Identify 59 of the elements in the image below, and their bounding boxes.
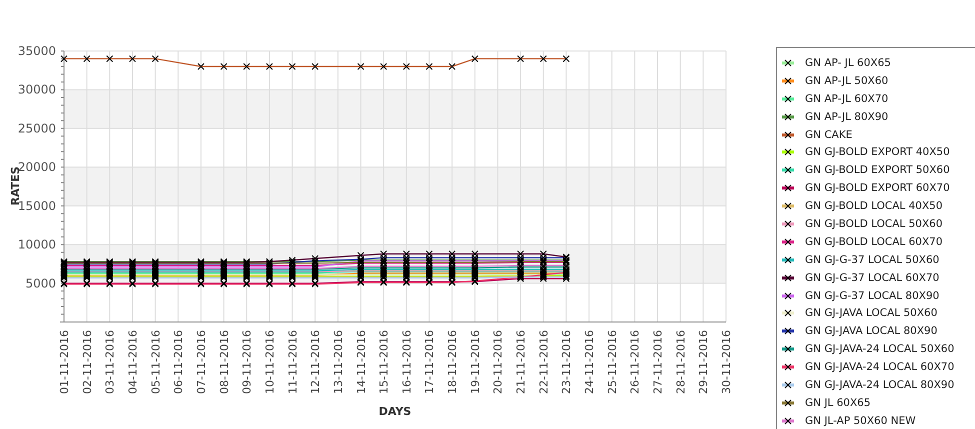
x-axis-title: DAYS	[378, 405, 412, 418]
y-tick-label: 5000	[25, 276, 56, 290]
legend-label: GN GJ-JAVA-24 LOCAL 50X60	[805, 343, 954, 356]
x-tick-label: 15-11-2016	[378, 330, 391, 394]
x-tick-label: 07-11-2016	[194, 330, 208, 394]
x-tick-label: 14-11-2016	[354, 330, 368, 394]
legend-label: GN GJ-BOLD EXPORT 40X50	[805, 146, 950, 158]
x-tick-label: 05-11-2016	[149, 330, 162, 394]
legend-label: GN JL 60X65	[805, 396, 871, 409]
y-tick-label: 20000	[18, 160, 56, 174]
x-tick-label: 22-11-2016	[537, 330, 550, 394]
x-tick-label: 13-11-2016	[332, 330, 345, 394]
x-tick-label: 18-11-2016	[446, 330, 460, 394]
x-tick-label: 11-11-2016	[286, 330, 300, 394]
legend-label: GN GJ-BOLD LOCAL 50X60	[805, 218, 943, 230]
legend-label: GN GJ-G-37 LOCAL 60X70	[805, 272, 940, 284]
x-tick-label: 29-11-2016	[697, 330, 710, 394]
legend-label: GN GJ-G-37 LOCAL 80X90	[805, 290, 940, 302]
x-tick-label: 17-11-2016	[423, 330, 436, 394]
x-tick-label: 28-11-2016	[674, 330, 688, 394]
x-tick-label: 01-11-2016	[58, 330, 71, 394]
legend-label: GN GJ-JAVA-24 LOCAL 80X90	[805, 378, 954, 391]
x-tick-label: 30-11-2016	[720, 330, 733, 394]
legend-label: GN GJ-BOLD LOCAL 40X50	[805, 200, 943, 212]
x-tick-label: 02-11-2016	[80, 330, 94, 394]
x-tick-label: 09-11-2016	[240, 330, 254, 394]
x-tick-label: 25-11-2016	[606, 330, 619, 394]
legend-label: GN GJ-JAVA LOCAL 80X90	[805, 325, 938, 338]
x-tick-label: 03-11-2016	[104, 330, 117, 394]
legend-label: GN JL-AP 50X60 NEW	[805, 414, 916, 427]
y-tick-label: 30000	[18, 82, 56, 97]
legend-label: GN AP-JL 80X90	[805, 110, 888, 123]
x-tick-label: 06-11-2016	[172, 330, 186, 394]
legend-label: GN GJ-G-37 LOCAL 50X60	[805, 254, 940, 266]
legend-label: GN AP-JL 60X70	[805, 92, 888, 105]
x-tick-label: 12-11-2016	[309, 330, 322, 394]
x-tick-label: 27-11-2016	[652, 330, 665, 394]
x-tick-label: 08-11-2016	[218, 330, 231, 394]
legend-label: GN GJ-BOLD LOCAL 60X70	[805, 236, 943, 248]
legend-label: GN GJ-BOLD EXPORT 50X60	[805, 164, 950, 176]
y-tick-label: 25000	[18, 121, 56, 136]
y-tick-label: 10000	[18, 238, 56, 252]
legend-label: GN GJ-JAVA-24 LOCAL 60X70	[805, 361, 954, 374]
x-tick-label: 04-11-2016	[126, 330, 140, 394]
x-tick-label: 26-11-2016	[628, 330, 642, 394]
y-tick-label: 15000	[18, 198, 56, 213]
x-tick-label: 20-11-2016	[492, 330, 505, 394]
legend-label: GN GJ-BOLD EXPORT 60X70	[805, 182, 950, 194]
legend-label: GN CAKE	[805, 128, 852, 140]
x-tick-label: 19-11-2016	[468, 330, 482, 394]
y-tick-label: 35000	[18, 44, 56, 58]
x-tick-label: 21-11-2016	[514, 330, 528, 394]
x-tick-label: 16-11-2016	[400, 330, 414, 394]
legend-label: GN AP- JL 60X65	[805, 56, 891, 69]
x-tick-label: 24-11-2016	[583, 330, 596, 394]
legend-label: GN AP-JL 50X60	[805, 74, 888, 87]
x-tick-label: 10-11-2016	[263, 330, 276, 394]
legend-label: GN GJ-JAVA LOCAL 50X60	[805, 307, 938, 320]
x-tick-label: 23-11-2016	[560, 330, 574, 394]
